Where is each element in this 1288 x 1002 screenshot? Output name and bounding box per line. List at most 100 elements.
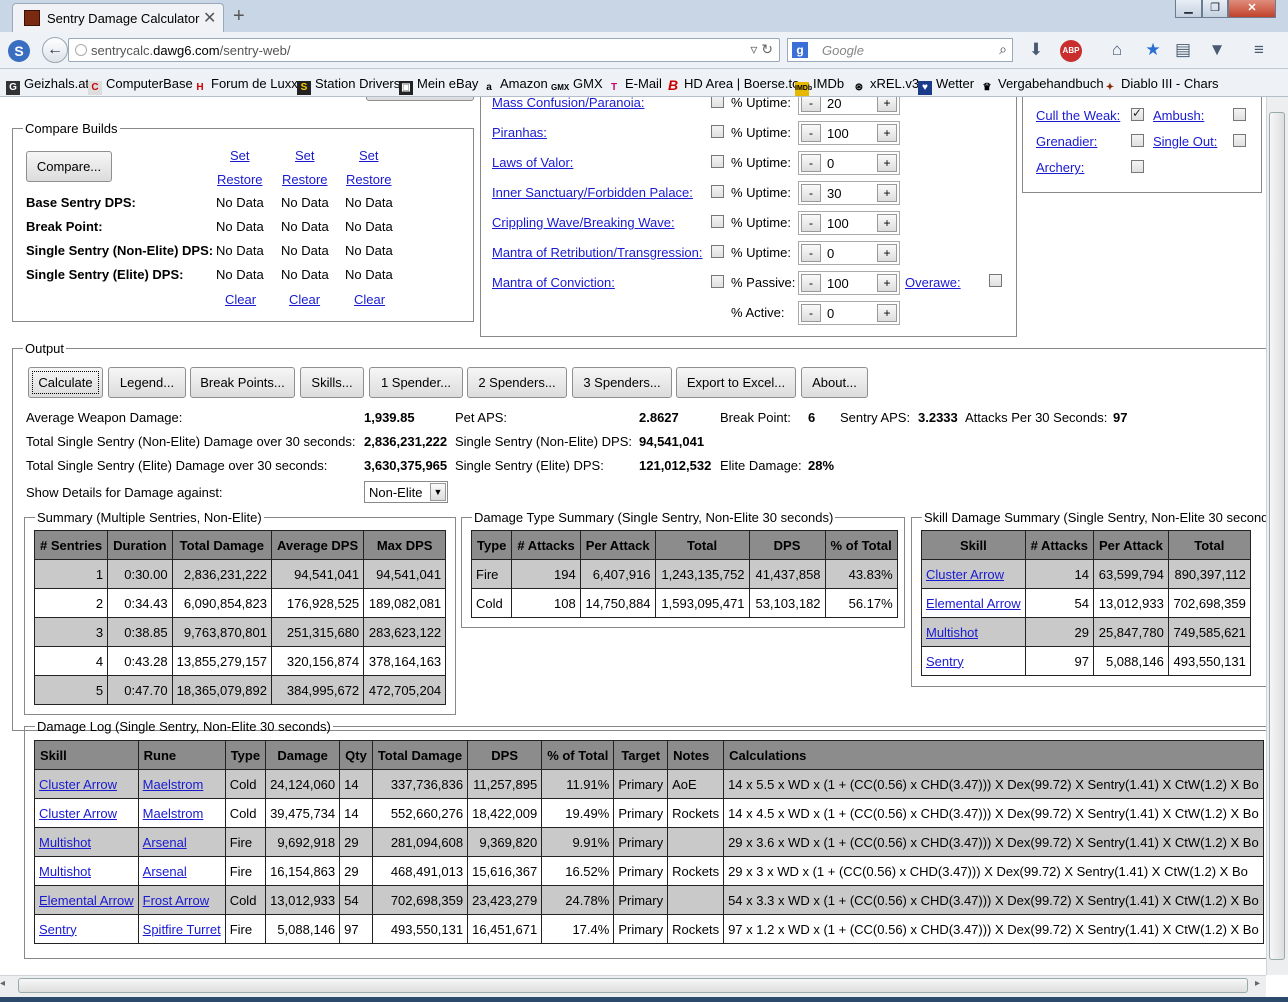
buff-link[interactable]: Mantra of Conviction:	[492, 275, 615, 290]
uptime-stepper[interactable]: -30 +	[798, 181, 900, 205]
window-close-icon[interactable]: ✕	[1228, 0, 1276, 18]
break-points-button[interactable]: Break Points...	[190, 367, 295, 398]
compare-button[interactable]: Compare...	[26, 151, 112, 182]
chevron-down-icon[interactable]: ▼	[430, 483, 446, 501]
uptime-stepper[interactable]: -0 +	[798, 151, 900, 175]
menu-icon[interactable]: ≡	[1248, 40, 1270, 60]
sync-icon[interactable]: S	[8, 40, 30, 62]
vertical-scrollbar-thumb[interactable]	[1269, 112, 1285, 960]
passive-single-out-checkbox[interactable]	[1233, 134, 1246, 147]
stepper-value[interactable]: 0	[827, 246, 834, 261]
skill-link[interactable]: Frost Arrow	[143, 893, 209, 908]
restore-link-3[interactable]: Restore	[346, 172, 392, 187]
minus-button[interactable]: -	[801, 304, 821, 322]
minus-button[interactable]: -	[801, 97, 821, 112]
active-stepper[interactable]: -0 +	[798, 301, 900, 325]
plus-button[interactable]: +	[877, 154, 897, 172]
skill-link[interactable]: Maelstrom	[143, 806, 204, 821]
overawe-checkbox[interactable]	[989, 274, 1002, 287]
uptime-stepper[interactable]: -100 +	[798, 211, 900, 235]
buff-link[interactable]: Piranhas:	[492, 125, 547, 140]
bookmark-diablo[interactable]: ✦ Diablo III - Chars	[1103, 76, 1219, 95]
three-spenders-button[interactable]: 3 Spenders...	[572, 367, 672, 398]
new-tab-icon[interactable]: +	[233, 5, 245, 28]
passive-cull-the-weak[interactable]: Cull the Weak:	[1036, 108, 1120, 123]
overawe-link[interactable]: Overawe:	[905, 275, 961, 290]
plus-button[interactable]: +	[877, 304, 897, 322]
passive-grenadier[interactable]: Grenadier:	[1036, 134, 1097, 149]
skill-link[interactable]: Sentry	[926, 654, 964, 669]
bookmark-gmx[interactable]: GMX GMX	[551, 76, 603, 95]
restore-link-2[interactable]: Restore	[282, 172, 328, 187]
bookmark-vergabehandbuch[interactable]: ♛ Vergabehandbuch	[980, 76, 1104, 95]
damage-against-select[interactable]: Non-Elite ▼	[364, 481, 448, 503]
buff-checkbox[interactable]	[711, 245, 724, 258]
plus-button[interactable]: +	[877, 214, 897, 232]
skill-link[interactable]: Arsenal	[143, 835, 187, 850]
minus-button[interactable]: -	[801, 214, 821, 232]
skill-link[interactable]: Cluster Arrow	[39, 777, 117, 792]
uptime-stepper[interactable]: -20 +	[798, 97, 900, 115]
plus-button[interactable]: +	[877, 124, 897, 142]
plus-button[interactable]: +	[877, 274, 897, 292]
tab-close-icon[interactable]: ✕	[203, 8, 216, 28]
restore-link-1[interactable]: Restore	[217, 172, 263, 187]
adblock-icon[interactable]: ABP	[1060, 40, 1082, 62]
export-excel-button[interactable]: Export to Excel...	[676, 367, 796, 398]
buff-checkbox[interactable]	[711, 97, 724, 108]
home-icon[interactable]: ⌂	[1106, 40, 1128, 60]
bookmark-amazon[interactable]: a Amazon	[482, 76, 547, 95]
bookmark-hd-area[interactable]: B HD Area | Boerse.to	[666, 76, 799, 92]
buff-checkbox[interactable]	[711, 155, 724, 168]
minus-button[interactable]: -	[801, 154, 821, 172]
passive-archery[interactable]: Archery:	[1036, 160, 1084, 175]
buff-checkbox[interactable]	[711, 185, 724, 198]
horizontal-scrollbar-thumb[interactable]	[18, 978, 1248, 993]
download-icon[interactable]: ⬇	[1025, 40, 1047, 60]
skill-link[interactable]: Elemental Arrow	[39, 893, 134, 908]
bookmark-star-icon[interactable]: ★	[1142, 40, 1164, 60]
one-spender-button[interactable]: 1 Spender...	[369, 367, 463, 398]
skill-link[interactable]: Cluster Arrow	[39, 806, 117, 821]
clear-link-2[interactable]: Clear	[289, 292, 320, 307]
buff-link[interactable]: Crippling Wave/Breaking Wave:	[492, 215, 675, 230]
passive-archery-checkbox[interactable]	[1131, 160, 1144, 173]
skill-link[interactable]: Sentry	[39, 922, 77, 937]
minus-button[interactable]: -	[801, 124, 821, 142]
stepper-value[interactable]: 20	[827, 97, 841, 111]
clear-link-1[interactable]: Clear	[225, 292, 256, 307]
stepper-value[interactable]: 100	[827, 216, 849, 231]
skill-link[interactable]: Multishot	[926, 625, 978, 640]
minus-button[interactable]: -	[801, 244, 821, 262]
pocket-icon[interactable]: ▼	[1206, 40, 1228, 60]
back-icon[interactable]: ←	[42, 37, 68, 63]
bookmark-imdb[interactable]: IMDbIMDb	[795, 76, 844, 96]
passive-single-out[interactable]: Single Out:	[1153, 134, 1217, 149]
plus-button[interactable]: +	[877, 97, 897, 112]
buff-link[interactable]: Mantra of Retribution/Transgression:	[492, 245, 703, 260]
skill-link[interactable]: Elemental Arrow	[926, 596, 1021, 611]
about-button[interactable]: About...	[801, 367, 868, 398]
passive-grenadier-checkbox[interactable]	[1131, 134, 1144, 147]
minus-button[interactable]: -	[801, 274, 821, 292]
stepper-value[interactable]: 0	[827, 306, 834, 321]
bookmark-computerbase[interactable]: C ComputerBase	[88, 76, 193, 95]
set-link-2[interactable]: Set	[295, 148, 315, 163]
clear-link-3[interactable]: Clear	[354, 292, 385, 307]
minus-button[interactable]: -	[801, 184, 821, 202]
stepper-value[interactable]: 0	[827, 156, 834, 171]
bookmarks-list-icon[interactable]: ▤	[1172, 40, 1194, 60]
stepper-value[interactable]: 100	[827, 126, 849, 141]
buff-checkbox[interactable]	[711, 125, 724, 138]
skill-link[interactable]: Spitfire Turret	[143, 922, 221, 937]
bookmark-station-drivers[interactable]: S Station Drivers	[297, 76, 400, 95]
plus-button[interactable]: +	[877, 184, 897, 202]
calculate-button[interactable]: Calculate	[28, 367, 103, 398]
skill-link[interactable]: Multishot	[39, 864, 91, 879]
bookmark-mein-ebay[interactable]: ▣ Mein eBay	[399, 76, 478, 95]
passive-ambush[interactable]: Ambush:	[1153, 108, 1204, 123]
uptime-stepper[interactable]: -100 +	[798, 271, 900, 295]
bookmark-forum-de-luxx[interactable]: H Forum de Luxx	[193, 76, 297, 95]
minimize-icon[interactable]: ▁	[1175, 0, 1202, 18]
skills-button[interactable]: Skills...	[300, 367, 364, 398]
